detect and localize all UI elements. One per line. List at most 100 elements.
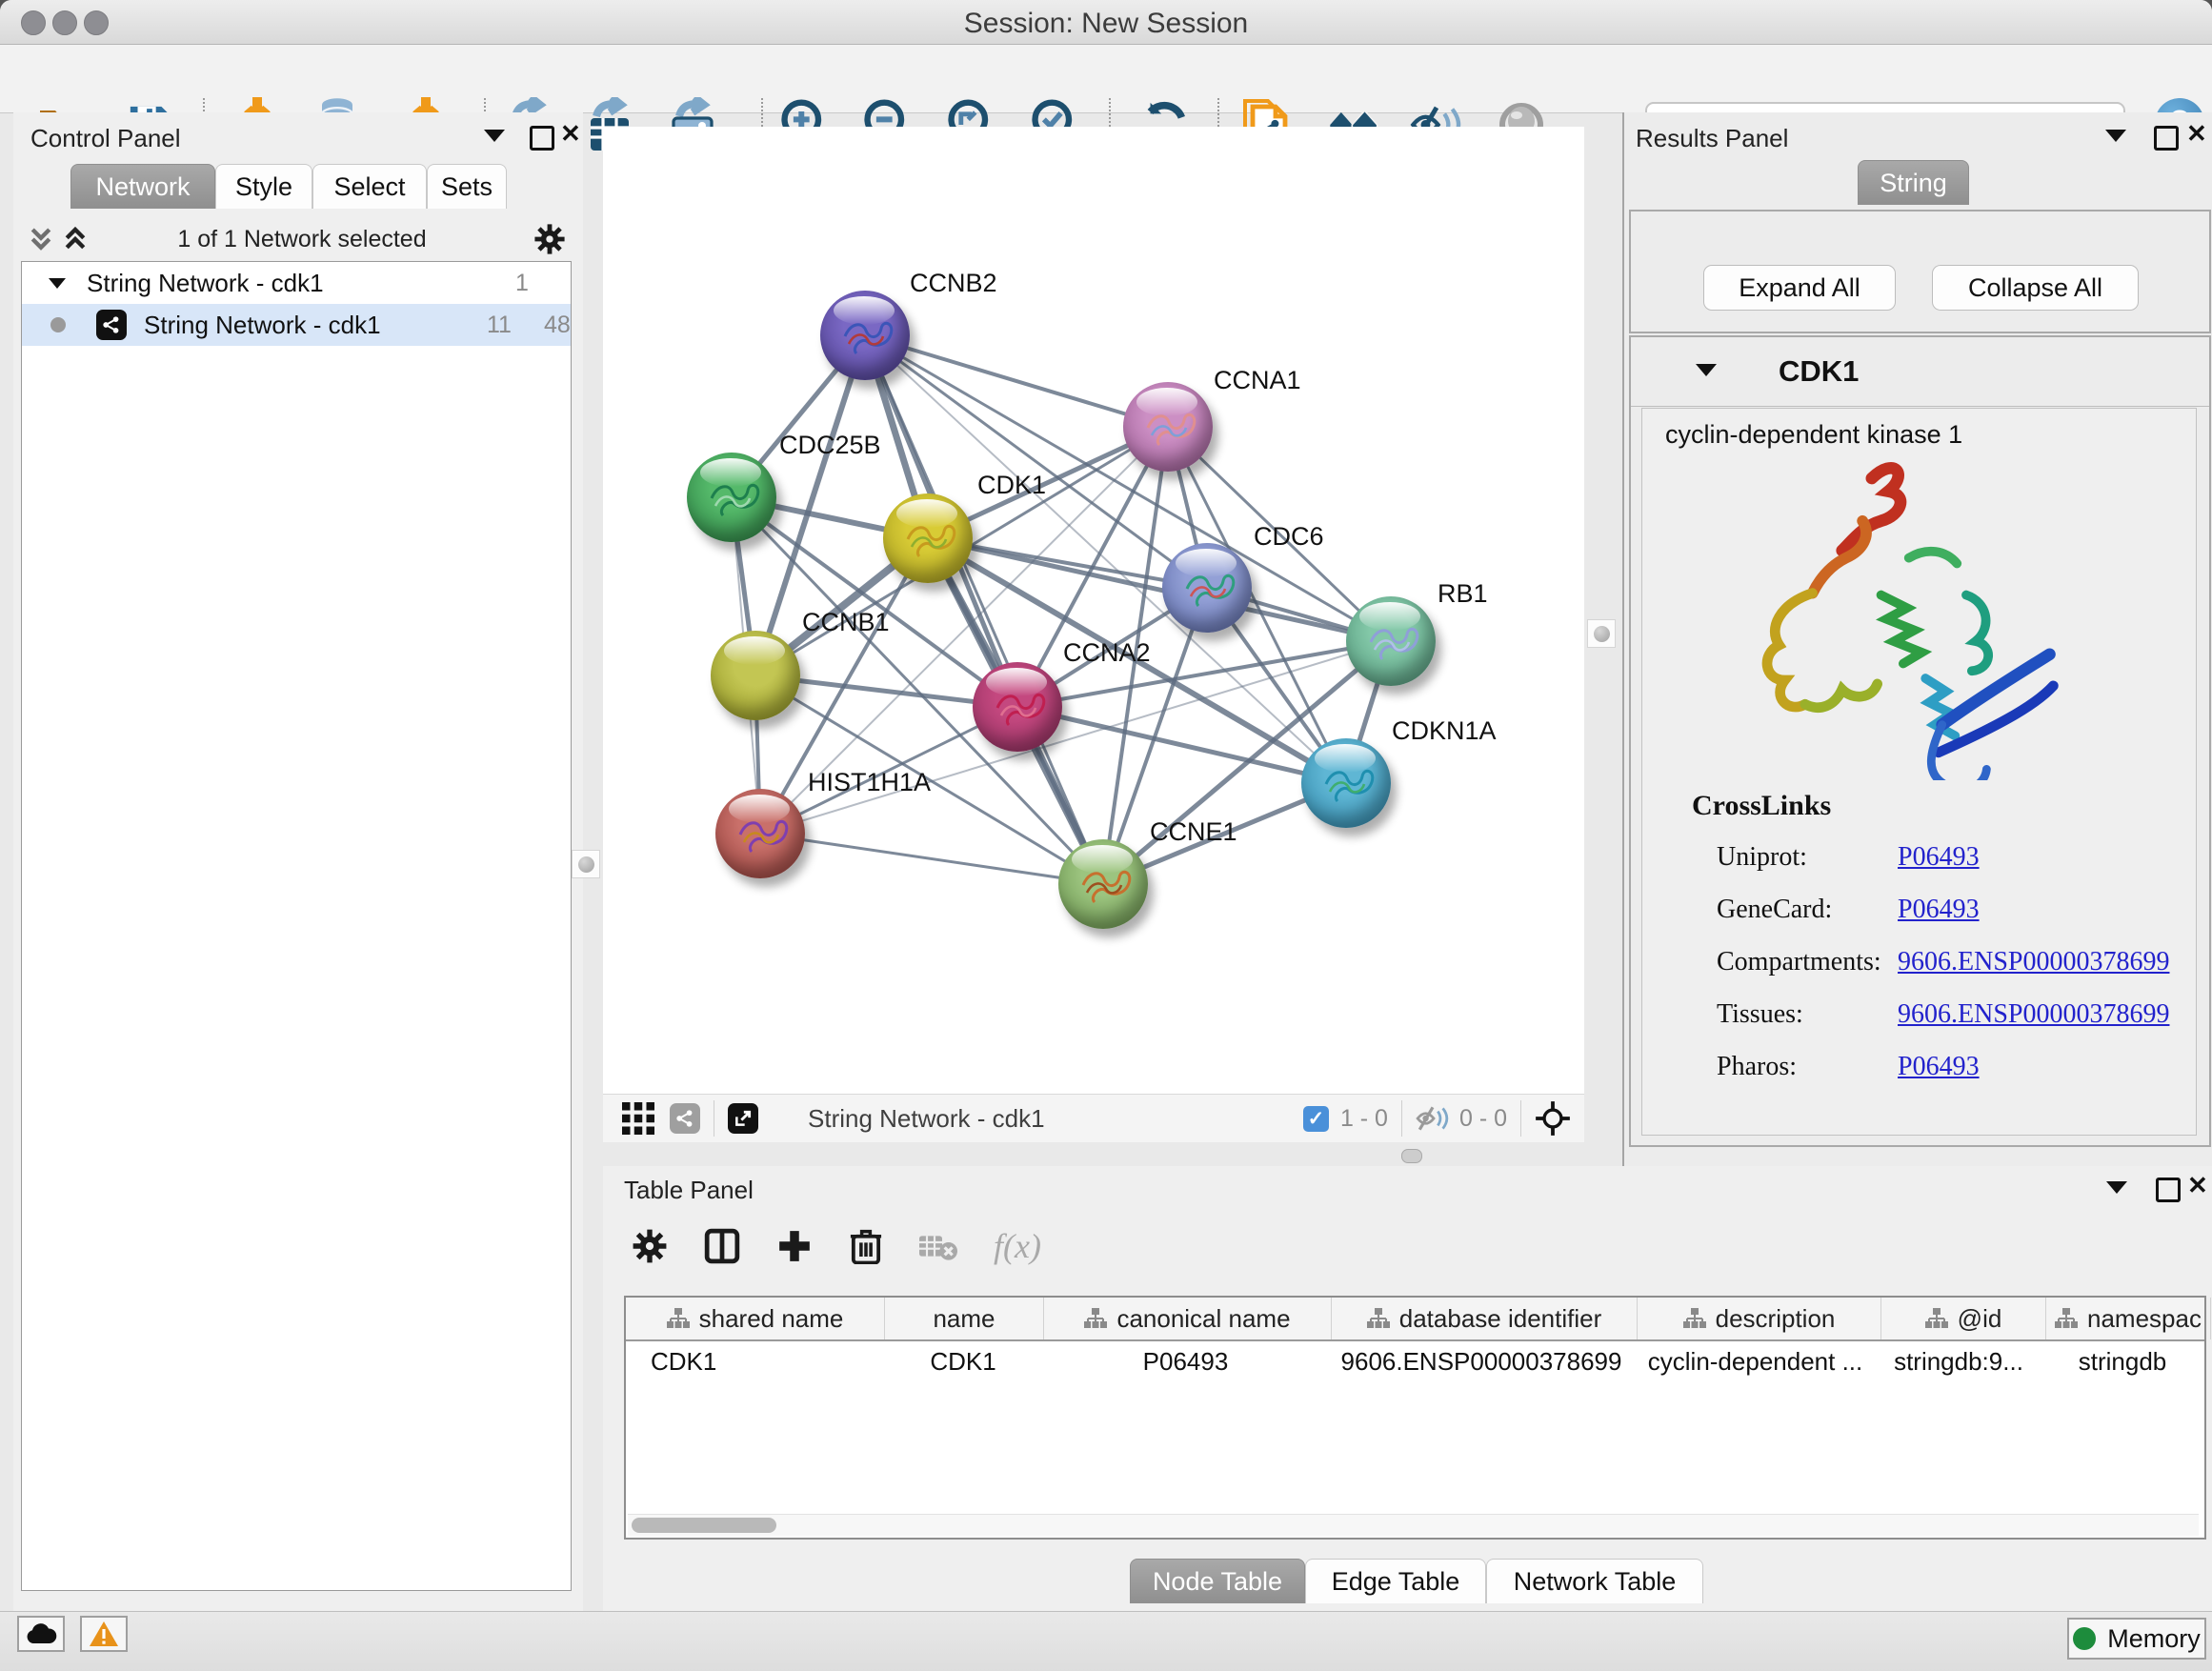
column-header-database-identifier[interactable]: database identifier (1332, 1298, 1638, 1339)
scrollbar-thumb[interactable] (632, 1518, 776, 1533)
tab-sets[interactable]: Sets (427, 164, 507, 209)
function-builder-icon[interactable]: f(x) (994, 1226, 1041, 1266)
collapse-section-icon[interactable] (1696, 364, 1717, 376)
tab-edge-table[interactable]: Edge Table (1305, 1559, 1486, 1603)
edge-CCNE1-HIST1H1A[interactable] (760, 834, 1103, 884)
float-panel-icon[interactable] (530, 126, 554, 151)
node-CCNA1[interactable] (1123, 382, 1213, 472)
crosslink-row-tissues: Tissues:9606.ENSP00000378699 (1717, 999, 2183, 1030)
cloud-status-button[interactable] (17, 1616, 65, 1652)
node-table: shared namenamecanonical namedatabase id… (624, 1296, 2206, 1540)
cell-@id[interactable]: stringdb:9... (1877, 1341, 2041, 1381)
node-HIST1H1A[interactable] (715, 789, 805, 878)
float-panel-icon[interactable] (2156, 1178, 2181, 1202)
horizontal-splitter-handle[interactable] (1401, 1149, 1422, 1163)
network-selection-bar: 1 of 1 Network selected (21, 219, 570, 259)
crosslink-value[interactable]: P06493 (1898, 842, 1980, 873)
protein-structure-image (1699, 447, 2100, 780)
tree-expander-icon[interactable] (49, 278, 66, 289)
cell-canonical-name[interactable]: P06493 (1042, 1341, 1329, 1381)
close-panel-icon[interactable]: ✕ (2187, 1176, 2208, 1195)
node-CDK1[interactable] (883, 493, 973, 583)
show-columns-icon[interactable] (704, 1228, 740, 1264)
results-buttons-box: Expand All Collapse All (1629, 210, 2211, 333)
control-panel-tabs: NetworkStyleSelectSets (70, 164, 507, 209)
birdseye-grid-icon[interactable] (622, 1102, 654, 1135)
main-toolbar: ? (0, 45, 2212, 113)
column-header-namespac[interactable]: namespac (2046, 1298, 2211, 1339)
close-panel-icon[interactable]: ✕ (2186, 124, 2207, 143)
network-view[interactable]: CCNB2CCNA1CDC25BCDK1CDC6RB1CCNB1CCNA2CDK… (603, 127, 1584, 1094)
node-label-CDK1: CDK1 (977, 471, 1046, 500)
delete-table-icon[interactable] (919, 1230, 957, 1262)
node-RB1[interactable] (1346, 596, 1436, 686)
crosslink-value[interactable]: P06493 (1898, 1052, 1980, 1082)
column-header-name[interactable]: name (885, 1298, 1044, 1339)
node-CCNE1[interactable] (1058, 839, 1148, 929)
panel-menu-icon[interactable] (484, 130, 505, 142)
expand-all-button[interactable]: Expand All (1703, 265, 1896, 311)
network-label: String Network - cdk1 (144, 311, 381, 340)
tab-style[interactable]: Style (215, 164, 312, 209)
tab-string[interactable]: String (1858, 160, 1969, 205)
close-panel-icon[interactable]: ✕ (560, 124, 581, 143)
cell-shared-name[interactable]: CDK1 (626, 1341, 884, 1381)
table-data-row[interactable]: CDK1CDK1P064939606.ENSP00000378699cyclin… (626, 1341, 2204, 1381)
network-collection-row[interactable]: String Network - cdk1 1 (22, 262, 571, 304)
float-panel-icon[interactable] (2154, 126, 2179, 151)
tab-node-table[interactable]: Node Table (1130, 1559, 1305, 1603)
memory-button[interactable]: Memory (2067, 1618, 2206, 1660)
node-CDKN1A[interactable] (1301, 738, 1391, 828)
sphere-gloss (724, 636, 785, 665)
node-CCNA2[interactable] (973, 662, 1062, 752)
selected-checkbox-icon[interactable]: ✓ (1303, 1106, 1329, 1132)
tab-network[interactable]: Network (70, 164, 215, 209)
tab-select[interactable]: Select (312, 164, 427, 209)
delete-column-trash-icon[interactable] (849, 1228, 883, 1264)
warnings-button[interactable] (80, 1616, 128, 1652)
collection-count: 1 (515, 270, 529, 297)
collapse-all-chevron-icon[interactable] (27, 225, 55, 253)
network-share-icon[interactable] (670, 1103, 700, 1134)
open-in-new-window-icon[interactable] (728, 1103, 758, 1134)
warning-triangle-icon (89, 1621, 119, 1647)
table-horizontal-scrollbar[interactable] (628, 1514, 2199, 1536)
cell-name[interactable]: CDK1 (884, 1341, 1042, 1381)
selection-summary: 1 of 1 Network selected (145, 226, 459, 253)
crosslink-value[interactable]: 9606.ENSP00000378699 (1898, 947, 2169, 977)
node-CCNB1[interactable] (711, 631, 800, 720)
column-header-canonical-name[interactable]: canonical name (1044, 1298, 1332, 1339)
crosslink-value[interactable]: P06493 (1898, 895, 1980, 925)
left-splitter-handle[interactable] (572, 850, 600, 878)
add-column-plus-icon[interactable] (776, 1228, 813, 1264)
column-header-description[interactable]: description (1638, 1298, 1881, 1339)
node-CDC6[interactable] (1162, 543, 1252, 633)
status-bar: Memory (0, 1611, 2212, 1671)
node-CDC25B[interactable] (687, 453, 776, 542)
expand-all-chevron-icon[interactable] (61, 225, 90, 253)
cell-description[interactable]: cyclin-dependent ... (1634, 1341, 1877, 1381)
column-header-@id[interactable]: @id (1881, 1298, 2046, 1339)
right-splitter-handle[interactable] (1587, 619, 1616, 648)
network-options-gear-icon[interactable] (533, 223, 566, 255)
control-panel: Control Panel ✕ NetworkStyleSelectSets 1… (13, 112, 583, 1611)
column-header-shared-name[interactable]: shared name (626, 1298, 885, 1339)
crosslink-value[interactable]: 9606.ENSP00000378699 (1898, 999, 2169, 1030)
cell-database-identifier[interactable]: 9606.ENSP00000378699 (1329, 1341, 1634, 1381)
gene-section-header[interactable]: CDK1 (1631, 337, 2209, 407)
collapse-all-button[interactable]: Collapse All (1932, 265, 2139, 311)
protein-ribbon-thumbnail (1058, 839, 1148, 929)
crosslink-label: Compartments: (1717, 947, 1898, 977)
network-row[interactable]: String Network - cdk1 11 48 (22, 304, 571, 346)
node-CCNB2[interactable] (820, 291, 910, 380)
table-options-gear-icon[interactable] (632, 1228, 668, 1264)
panel-menu-icon[interactable] (2106, 1181, 2127, 1194)
results-panel-title: Results Panel (1636, 124, 1788, 153)
selected-count: 1 - 0 (1340, 1105, 1388, 1133)
gene-description: cyclin-dependent kinase 1 (1665, 420, 1962, 450)
tab-network-table[interactable]: Network Table (1486, 1559, 1703, 1603)
hidden-eye-slash-icon[interactable] (1416, 1105, 1450, 1132)
pan-crosshair-icon[interactable] (1535, 1100, 1571, 1137)
panel-menu-icon[interactable] (2105, 130, 2126, 142)
cell-namespac[interactable]: stringdb (2041, 1341, 2204, 1381)
